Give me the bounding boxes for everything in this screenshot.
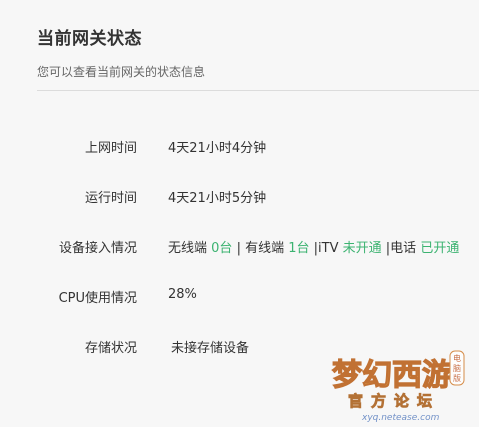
phone-status: 已开通 xyxy=(420,241,460,256)
wireless-label: 无线端 xyxy=(168,241,208,256)
page-title: 当前网关状态 xyxy=(37,29,142,49)
itv-status: 未开通 xyxy=(342,241,382,256)
itv-label: iTV xyxy=(318,241,339,256)
watermark-logo-text: 梦幻西游 xyxy=(332,358,452,393)
devices-separator-2: | xyxy=(309,241,319,256)
devices-separator-3: | xyxy=(381,241,391,256)
wired-label: 有线端 xyxy=(245,241,285,256)
page-subtitle: 您可以查看当前网关的状态信息 xyxy=(37,65,206,79)
svg-text:脑: 脑 xyxy=(453,363,461,373)
status-row-run-time: 运行时间 4天21小时5分钟 xyxy=(0,187,479,209)
status-row-devices: 设备接入情况 无线端 0台 | 有线端 1台 |iTV 未开通 |电话 已开通 xyxy=(0,237,479,259)
svg-text:版: 版 xyxy=(453,373,461,383)
online-time-value: 4天21小时4分钟 xyxy=(168,141,267,156)
devices-separator-1: | xyxy=(232,241,246,256)
cpu-label: CPU使用情况 xyxy=(58,291,137,306)
forum-watermark-logo: 梦幻西游 电 脑 版 官方论坛 xyq.netease.com xyxy=(331,350,465,423)
online-time-label: 上网时间 xyxy=(84,141,137,156)
phone-label: 电话 xyxy=(390,241,417,256)
storage-label: 存储状况 xyxy=(84,341,137,356)
status-row-online-time: 上网时间 4天21小时4分钟 xyxy=(0,137,479,159)
status-row-cpu: CPU使用情况 28% xyxy=(0,287,479,309)
run-time-value: 4天21小时5分钟 xyxy=(168,191,267,206)
wired-count: 1台 xyxy=(288,241,310,256)
storage-value: 未接存储设备 xyxy=(171,341,250,356)
svg-text:xyq.netease.com: xyq.netease.com xyxy=(361,413,440,423)
devices-value: 无线端 0台 | 有线端 1台 |iTV 未开通 |电话 已开通 xyxy=(168,237,459,256)
run-time-label: 运行时间 xyxy=(84,191,137,206)
gateway-status-panel: 当前网关状态 您可以查看当前网关的状态信息 上网时间 4天21小时4分钟 运行时… xyxy=(0,0,479,427)
svg-text:电: 电 xyxy=(453,353,461,363)
svg-text:官方论坛: 官方论坛 xyxy=(348,392,440,410)
divider xyxy=(37,90,479,91)
cpu-value: 28% xyxy=(168,287,197,302)
wireless-count: 0台 xyxy=(211,241,233,256)
devices-label: 设备接入情况 xyxy=(58,241,137,256)
